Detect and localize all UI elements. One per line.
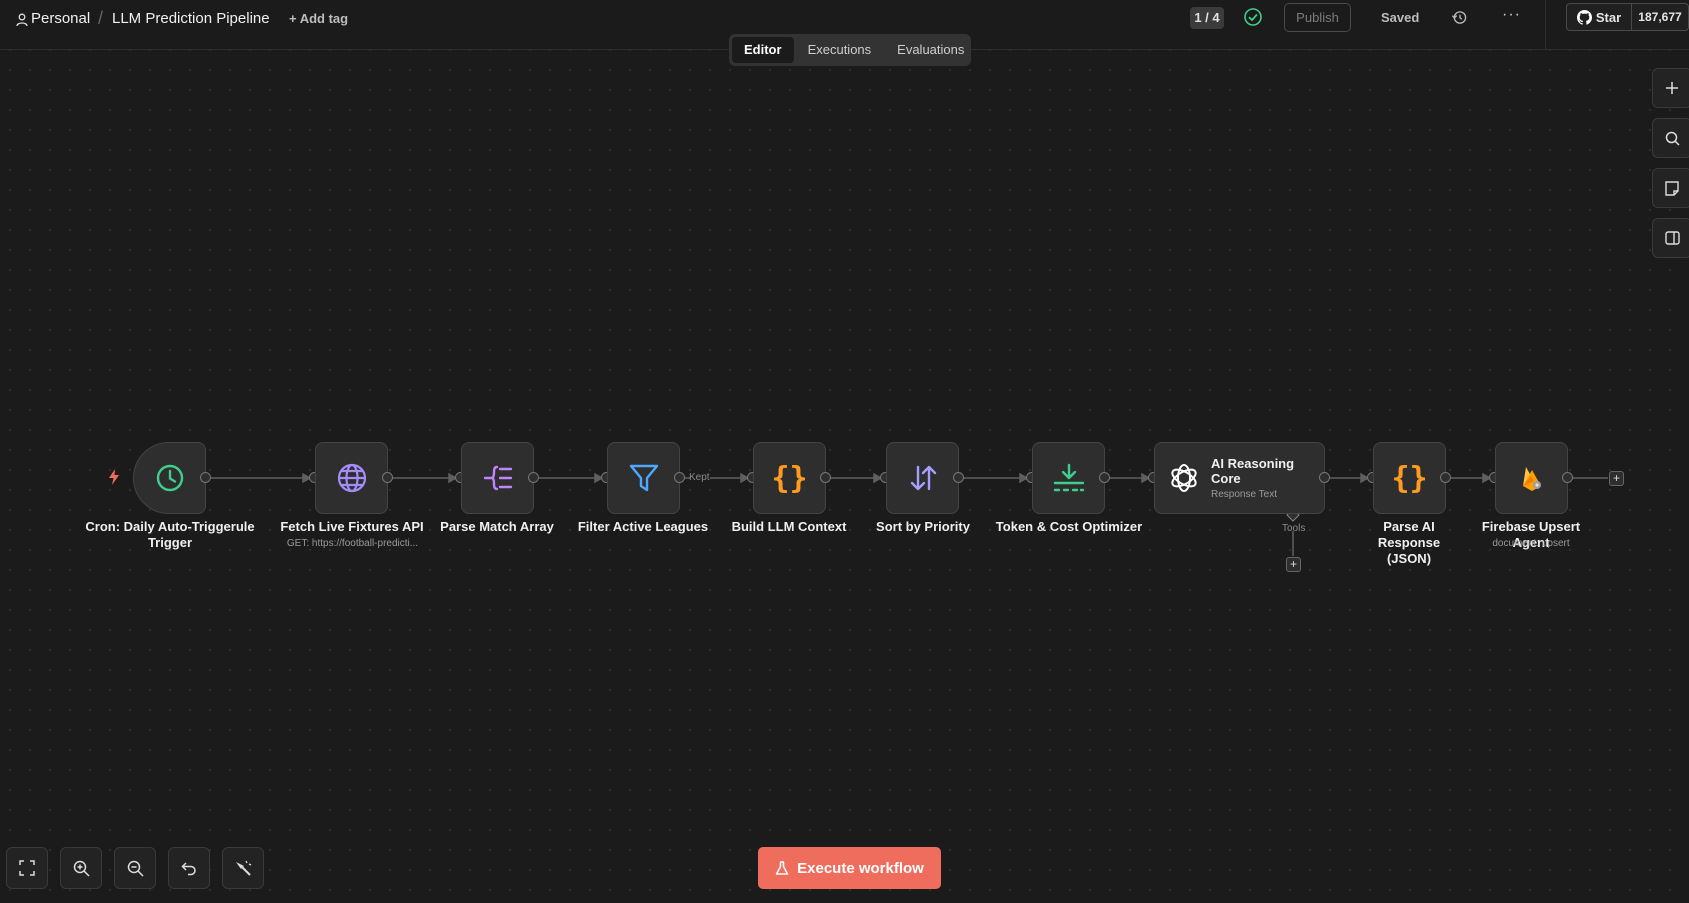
- node-label: Token & Cost Optimizer: [995, 519, 1143, 534]
- fit-view-button[interactable]: [6, 847, 48, 889]
- clock-icon: [156, 464, 183, 492]
- zoom-in-icon: [73, 860, 90, 877]
- undo-button[interactable]: [168, 847, 210, 889]
- output-port[interactable]: [1562, 472, 1573, 483]
- output-port[interactable]: [674, 472, 685, 483]
- execute-workflow-button[interactable]: Execute workflow: [758, 847, 941, 889]
- node-firebase-upsert[interactable]: [1495, 442, 1568, 514]
- output-port[interactable]: [953, 472, 964, 483]
- openai-icon: [1171, 464, 1197, 492]
- node-parse-match-array[interactable]: [461, 442, 534, 514]
- edge-label-kept: Kept: [689, 472, 710, 483]
- zoom-out-icon: [127, 860, 144, 877]
- funnel-icon: [629, 464, 658, 492]
- firebase-icon: [1522, 467, 1541, 491]
- node-subtitle: Response Text: [1211, 489, 1277, 500]
- node-label: Cron: Daily Auto-Triggerule Trigger: [85, 519, 255, 550]
- code-braces-icon: {}: [771, 460, 808, 496]
- code-braces-icon: {}: [1391, 460, 1428, 496]
- output-port[interactable]: [1099, 472, 1110, 483]
- output-port[interactable]: [382, 472, 393, 483]
- flask-icon: [775, 860, 789, 875]
- node-fetch-fixtures[interactable]: [315, 442, 388, 514]
- split-out-icon: [483, 465, 512, 491]
- output-port[interactable]: [1319, 472, 1330, 483]
- node-build-llm-context[interactable]: {}: [753, 442, 826, 514]
- node-label: Sort by Priority: [876, 519, 970, 534]
- output-port[interactable]: [200, 472, 211, 483]
- trigger-bolt-icon: [109, 469, 119, 485]
- node-parse-ai-response[interactable]: {}: [1373, 442, 1446, 514]
- output-port[interactable]: [820, 472, 831, 483]
- output-port[interactable]: [1440, 472, 1451, 483]
- fit-view-icon: [19, 860, 35, 876]
- node-label: AI Reasoning Core: [1211, 456, 1295, 486]
- node-filter-leagues[interactable]: [607, 442, 680, 514]
- node-token-optimizer[interactable]: [1032, 442, 1105, 514]
- node-label: Filter Active Leagues: [577, 519, 709, 534]
- globe-icon: [337, 463, 366, 493]
- node-cron-trigger[interactable]: [133, 442, 206, 514]
- tools-connector-label: Tools: [1282, 523, 1306, 534]
- undo-icon: [181, 862, 196, 876]
- tidy-up-button[interactable]: [222, 847, 264, 889]
- zoom-in-button[interactable]: [60, 847, 102, 889]
- sort-arrows-icon: [910, 465, 936, 491]
- node-subtitle: document: upsert: [1492, 538, 1570, 549]
- add-tool-button[interactable]: +: [1286, 557, 1301, 572]
- add-next-node-button[interactable]: +: [1609, 471, 1624, 486]
- execute-workflow-label: Execute workflow: [797, 859, 924, 877]
- zoom-out-button[interactable]: [114, 847, 156, 889]
- output-port[interactable]: [528, 472, 539, 483]
- node-sort-priority[interactable]: [886, 442, 959, 514]
- compress-icon: [1053, 463, 1084, 492]
- node-subtitle: GET: https://football-predicti...: [286, 538, 419, 549]
- tidy-up-icon: [236, 860, 252, 876]
- node-label: Parse Match Array: [440, 519, 554, 534]
